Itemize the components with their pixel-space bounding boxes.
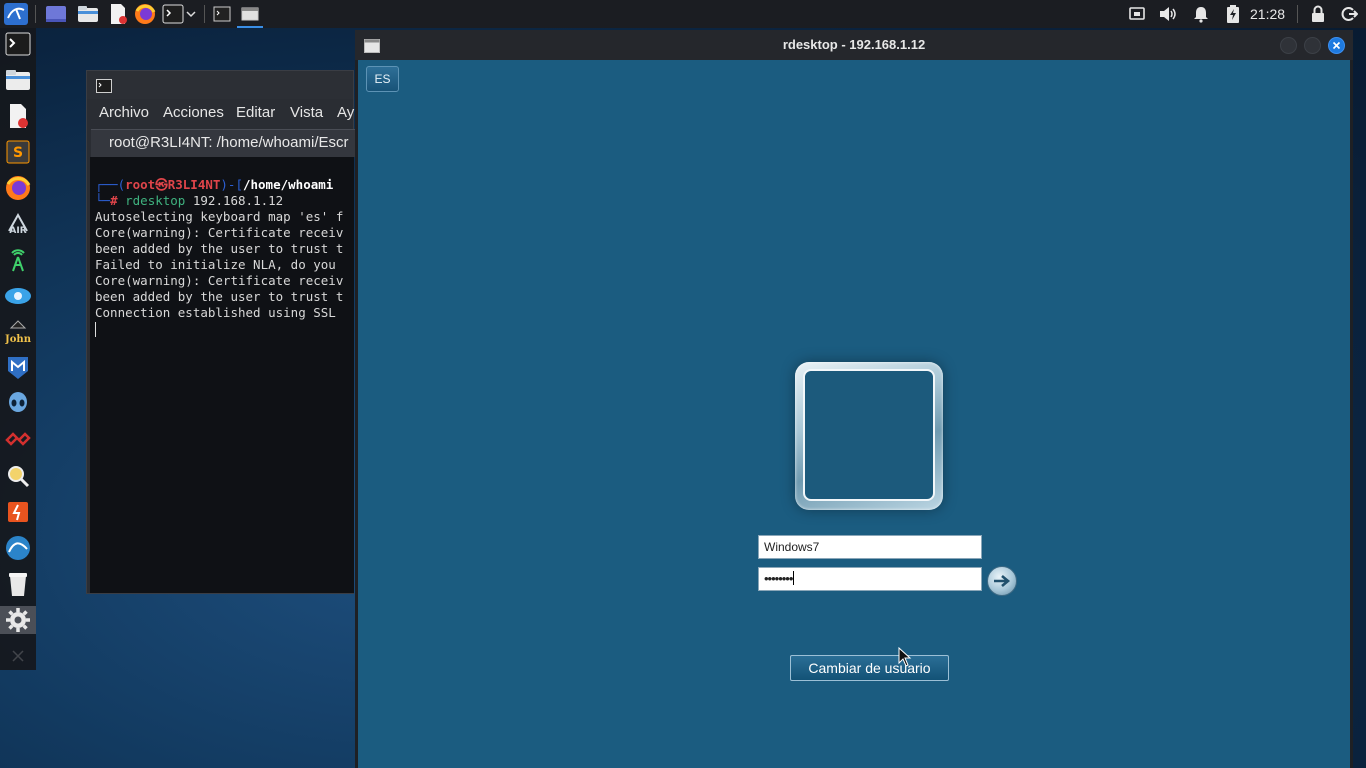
chevron-down-icon[interactable] (182, 2, 200, 26)
output-line: been added by the user to trust t (95, 241, 344, 256)
network-icon[interactable] (1124, 2, 1150, 26)
close-icon (4, 642, 32, 670)
minimize-button[interactable] (1280, 37, 1297, 54)
lock-icon[interactable] (1305, 2, 1331, 26)
aircrack-icon[interactable]: AIR (4, 210, 32, 238)
top-panel: 21:28 (0, 0, 1366, 28)
terminal-task-icon[interactable] (209, 2, 235, 26)
menu-ayuda[interactable]: Ay (337, 104, 354, 121)
output-line: Autoselecting keyboard map 'es' f (95, 209, 344, 224)
password-mask: •••••••• (764, 571, 793, 586)
output-line: Core(warning): Certificate receiv (95, 273, 344, 288)
prompt-line-1: ┌──(root㉿R3LI4NT)-[/home/whoami (95, 177, 334, 192)
terminal-window-icon (96, 78, 112, 97)
rdesktop-window: rdesktop - 192.168.1.12 ES Windows7 ••••… (355, 30, 1353, 768)
terminal-titlebar[interactable] (87, 71, 353, 99)
username-field[interactable]: Windows7 (758, 535, 982, 559)
terminal-window: Archivo Acciones Editar Vista Ay root@R3… (86, 70, 357, 594)
maximize-button[interactable] (1304, 37, 1321, 54)
active-task-indicator (237, 26, 263, 28)
prompt-line-2: └─# rdesktop 192.168.1.12 (95, 193, 284, 208)
svg-text:John: John (5, 334, 31, 345)
mouse-pointer-icon (898, 647, 912, 667)
notification-bell-icon[interactable] (1188, 2, 1214, 26)
language-button[interactable]: ES (366, 66, 399, 92)
avatar-picture (803, 369, 935, 501)
output-line: Failed to initialize NLA, do you (95, 257, 336, 272)
terminal-menubar: Archivo Acciones Editar Vista Ay (87, 99, 354, 127)
firefox-icon[interactable] (132, 2, 158, 26)
logout-icon[interactable] (1336, 2, 1362, 26)
terminal-tab[interactable]: root@R3LI4NT: /home/whoami/Escr (91, 129, 357, 157)
firefox-icon[interactable] (4, 174, 32, 202)
submit-button[interactable] (987, 566, 1017, 596)
user-avatar (795, 362, 943, 510)
terminal-icon[interactable] (4, 30, 32, 58)
wireshark-icon[interactable] (4, 534, 32, 562)
application-dock: S AIR John (0, 28, 36, 670)
terminal-output[interactable]: ┌──(root㉿R3LI4NT)-[/home/whoami └─# rdes… (90, 157, 354, 593)
burp-icon[interactable] (4, 426, 32, 454)
search-tool-icon[interactable] (4, 462, 32, 490)
volume-icon[interactable] (1155, 2, 1181, 26)
window-title: rdesktop - 192.168.1.12 (782, 37, 926, 52)
sublime-text-icon[interactable]: S (4, 138, 32, 166)
text-editor-icon[interactable] (4, 102, 32, 130)
text-cursor (95, 322, 96, 337)
switch-user-button[interactable]: Cambiar de usuario (790, 655, 949, 681)
file-manager-icon[interactable] (75, 2, 101, 26)
menu-acciones[interactable]: Acciones (163, 104, 224, 121)
maltego-icon[interactable] (4, 390, 32, 418)
rdesktop-titlebar[interactable]: rdesktop - 192.168.1.12 (355, 30, 1353, 60)
output-line: Core(warning): Certificate receiv (95, 225, 344, 240)
arrow-right-icon (994, 575, 1011, 587)
settings-icon[interactable] (0, 606, 36, 634)
output-line: Connection established using SSL (95, 305, 336, 320)
output-line: been added by the user to trust t (95, 289, 344, 304)
file-manager-icon[interactable] (4, 66, 32, 94)
workspace-icon[interactable] (43, 2, 69, 26)
svg-text:AIR: AIR (9, 226, 26, 236)
menu-editar[interactable]: Editar (236, 104, 275, 121)
text-editor-icon[interactable] (105, 2, 131, 26)
rdesktop-task-icon[interactable] (237, 2, 263, 26)
john-icon[interactable]: John (4, 318, 32, 346)
remote-desktop-screen[interactable]: ES Windows7 •••••••• Cambiar de usuario (358, 60, 1350, 768)
kali-menu-icon[interactable] (3, 2, 29, 26)
close-icon (1332, 41, 1341, 50)
text-cursor (793, 571, 795, 585)
menu-vista[interactable]: Vista (290, 104, 323, 121)
battery-charging-icon[interactable] (1220, 2, 1246, 26)
svg-text:S: S (13, 145, 23, 161)
menu-archivo[interactable]: Archivo (99, 104, 149, 121)
app-icon[interactable] (4, 498, 32, 526)
metasploit-icon[interactable] (4, 354, 32, 382)
clock[interactable]: 21:28 (1250, 0, 1285, 28)
kismet-icon[interactable] (4, 246, 32, 274)
network-scanner-icon[interactable] (4, 282, 32, 310)
password-field[interactable]: •••••••• (758, 567, 982, 591)
close-button[interactable] (1328, 37, 1345, 54)
trash-icon[interactable] (4, 570, 32, 598)
